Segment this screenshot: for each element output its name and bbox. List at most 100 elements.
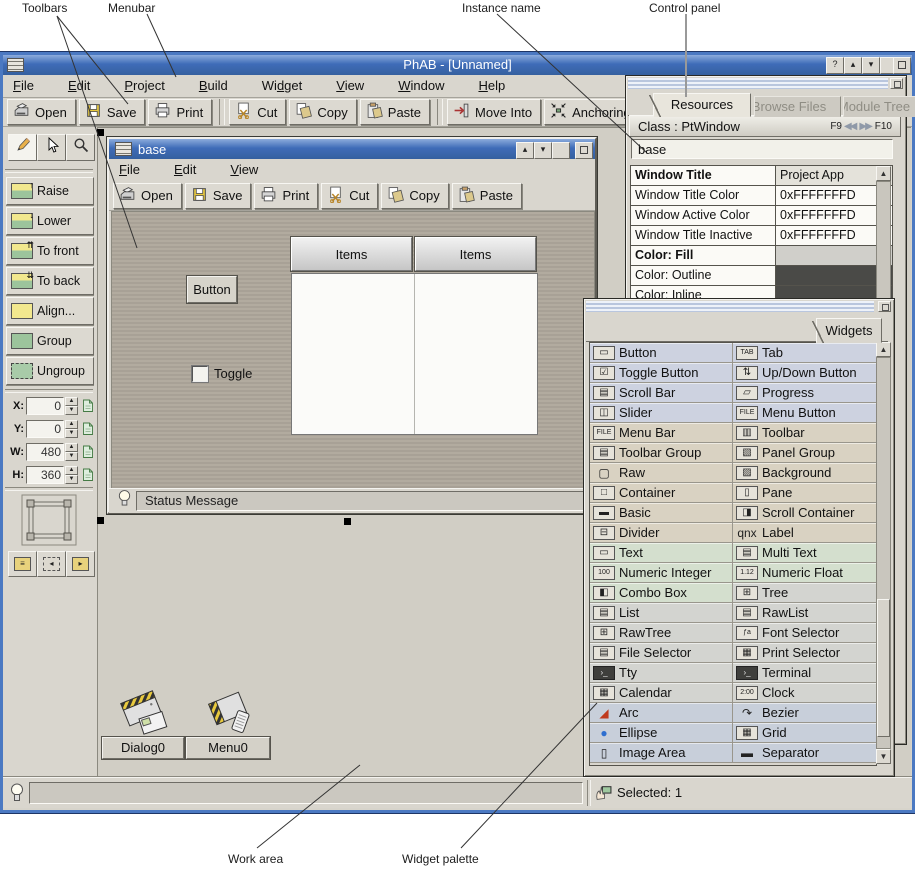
resource-row[interactable]: Window Active Color0xFFFFFFFD (631, 206, 892, 226)
button-widget[interactable]: Button (187, 276, 237, 303)
palette-item-list[interactable]: ▤List (590, 603, 733, 622)
dock-left-button[interactable]: ◂ (37, 551, 66, 577)
resource-value[interactable] (776, 266, 892, 285)
tab-widgets[interactable]: Widgets (816, 318, 882, 343)
palette-item-rawlist[interactable]: ▤RawList (733, 603, 876, 622)
step-down-icon[interactable]: ▼ (65, 452, 78, 461)
step-up-icon[interactable]: ▲ (65, 443, 78, 452)
menu-base-view[interactable]: View (220, 159, 268, 177)
dock-right-button[interactable]: ▸ (66, 551, 95, 577)
palette-item-raw[interactable]: ▢Raw (590, 463, 733, 482)
menu-widget[interactable]: Widget (252, 75, 312, 93)
to-front-button[interactable]: ⇈To front (6, 237, 94, 265)
expand-titlebar-button[interactable]: ▾ (534, 142, 552, 159)
palette-item-rawtree[interactable]: ⊞RawTree (590, 623, 733, 642)
menu-module-icon[interactable] (205, 688, 261, 743)
list-widget[interactable]: Items Items (291, 237, 538, 435)
menu-build[interactable]: Build (189, 75, 238, 93)
palette-item-progress[interactable]: ▱Progress (733, 383, 876, 402)
resource-row[interactable]: Color: Fill (631, 246, 892, 266)
y-stepper[interactable]: ▲▼ (65, 420, 78, 438)
step-down-icon[interactable]: ▼ (65, 429, 78, 438)
step-up-icon[interactable]: ▲ (65, 397, 78, 406)
tab-browse-files[interactable]: Browse Files (754, 96, 841, 117)
cut-button[interactable]: Cut (321, 183, 378, 209)
palette-item-tab[interactable]: TABTab (733, 343, 876, 362)
palette-item-basic[interactable]: ▬Basic (590, 503, 733, 522)
lower-button[interactable]: ↓Lower (6, 207, 94, 235)
palette-item-scroll-container[interactable]: ◨Scroll Container (733, 503, 876, 522)
dialog-module-icon[interactable] (116, 688, 178, 743)
close-titlebar-button[interactable] (893, 57, 911, 74)
control-panel-titlebar[interactable] (628, 78, 888, 89)
prev-class-icon[interactable]: ◀◀ (844, 121, 855, 132)
palette-item-toggle-button[interactable]: ☑Toggle Button (590, 363, 733, 382)
to-back-button[interactable]: ⇊To back (6, 267, 94, 295)
step-down-icon[interactable]: ▼ (65, 475, 78, 484)
selection-handle[interactable] (344, 518, 351, 525)
resource-value[interactable]: 0xFFFFFFFD (776, 206, 892, 225)
main-titlebar[interactable]: PhAB - [Unnamed] ? ▴ ▾ (3, 55, 912, 75)
next-class-icon[interactable]: ▶▶ (859, 121, 870, 132)
modules-view-button[interactable]: ≡ (8, 551, 37, 577)
palette-item-menu-button[interactable]: FILEMenu Button (733, 403, 876, 422)
palette-item-image-area[interactable]: ▯Image Area (590, 743, 733, 762)
paste-button[interactable]: Paste (360, 99, 430, 125)
save-button[interactable]: Save (185, 183, 252, 209)
w-field[interactable]: 480 (26, 443, 64, 461)
step-down-icon[interactable]: ▼ (65, 406, 78, 415)
palette-item-clock[interactable]: 2:00Clock (733, 683, 876, 702)
x-stepper[interactable]: ▲▼ (65, 397, 78, 415)
palette-titlebar[interactable] (586, 301, 874, 312)
resource-row[interactable]: Window TitleProject App (631, 166, 892, 186)
palette-item-numeric-float[interactable]: 1.12Numeric Float (733, 563, 876, 582)
group-button[interactable]: Group (6, 327, 94, 355)
panel-collapse-button[interactable] (890, 78, 903, 89)
menu-view[interactable]: View (326, 75, 374, 93)
palette-item-panel-group[interactable]: ▧Panel Group (733, 443, 876, 462)
ungroup-button[interactable]: Ungroup (6, 357, 94, 385)
scroll-down-button[interactable]: ▼ (876, 749, 891, 764)
menu-base-edit[interactable]: Edit (164, 159, 206, 177)
menu-window[interactable]: Window (388, 75, 454, 93)
resource-row[interactable]: Color: Outline (631, 266, 892, 286)
collapse-titlebar-button[interactable]: ▴ (844, 57, 862, 74)
window-menu-icon[interactable] (115, 142, 132, 156)
dialog-module-label[interactable]: Dialog0 (102, 737, 184, 759)
instance-name-input[interactable]: base (631, 139, 893, 159)
palette-item-container[interactable]: □Container (590, 483, 733, 502)
menu-file[interactable]: File (3, 75, 44, 93)
palette-item-updown-button[interactable]: ⇅Up/Down Button (733, 363, 876, 382)
lock-icon[interactable] (80, 467, 96, 483)
h-stepper[interactable]: ▲▼ (65, 466, 78, 484)
resource-value[interactable] (776, 246, 892, 265)
tab-module-tree[interactable]: Module Tree (843, 96, 915, 117)
palette-item-button[interactable]: ▭Button (590, 343, 733, 362)
print-button[interactable]: Print (148, 99, 212, 125)
palette-item-font-selector[interactable]: ƒaFont Selector (733, 623, 876, 642)
copy-button[interactable]: Copy (289, 99, 356, 125)
help-titlebar-button[interactable]: ? (826, 57, 844, 74)
menu-project[interactable]: Project (114, 75, 174, 93)
pointer-tool[interactable] (37, 134, 66, 161)
h-field[interactable]: 360 (26, 466, 64, 484)
raise-button[interactable]: ↑Raise (6, 177, 94, 205)
menu-base-file[interactable]: File (109, 159, 150, 177)
list-header[interactable]: Items (291, 237, 412, 271)
resource-value[interactable]: 0xFFFFFFFD (776, 226, 892, 245)
cut-button[interactable]: Cut (229, 99, 286, 125)
align-button[interactable]: Align... (6, 297, 94, 325)
paste-button[interactable]: Paste (452, 183, 522, 209)
anchor-diagram[interactable] (18, 493, 80, 554)
menu-edit[interactable]: Edit (58, 75, 100, 93)
list-header[interactable]: Items (415, 237, 536, 271)
palette-item-combo-box[interactable]: ◧Combo Box (590, 583, 733, 602)
scroll-up-button[interactable]: ▲ (876, 342, 891, 357)
palette-item-arc[interactable]: ◢Arc (590, 703, 733, 722)
base-module-window[interactable]: base ▴ ▾ FileEditView OpenSavePrintCutCo… (107, 137, 597, 514)
palette-item-tree[interactable]: ⊞Tree (733, 583, 876, 602)
palette-item-numeric-integer[interactable]: 100Numeric Integer (590, 563, 733, 582)
palette-item-toolbar-group[interactable]: ▤Toolbar Group (590, 443, 733, 462)
menu-help[interactable]: Help (468, 75, 515, 93)
collapse-titlebar-button[interactable]: ▴ (516, 142, 534, 159)
